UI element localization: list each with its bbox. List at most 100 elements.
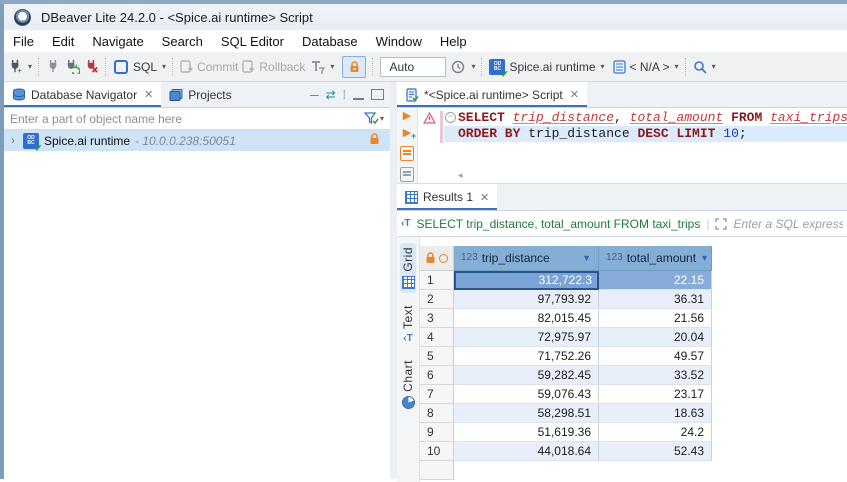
cell-trip-distance[interactable]: 59,076.43 xyxy=(454,385,599,404)
menu-database[interactable]: Database xyxy=(293,32,367,51)
maximize-icon[interactable] xyxy=(371,89,384,100)
script-stats-icon[interactable] xyxy=(400,167,414,182)
cell-trip-distance[interactable]: 82,015.45 xyxy=(454,309,599,328)
side-tab-grid[interactable]: Grid xyxy=(400,243,416,293)
table-row[interactable]: 659,282.4533.52 xyxy=(420,366,712,385)
view-menu-icon[interactable]: ⁞ xyxy=(343,88,346,102)
row-number[interactable]: 7 xyxy=(420,385,454,404)
cell-trip-distance[interactable]: 97,793.92 xyxy=(454,290,599,309)
sort-desc-icon[interactable]: ▼ xyxy=(700,246,709,270)
transaction-mode-caret[interactable]: ▾ xyxy=(330,62,334,71)
new-connection-icon[interactable]: + xyxy=(8,59,23,74)
navigator-filter[interactable]: Enter a part of object name here ▾ xyxy=(4,108,390,130)
column-header-trip-distance[interactable]: 123 trip_distance ▼ xyxy=(454,246,599,271)
sql-editor-label[interactable]: SQL xyxy=(133,60,157,74)
cell-total-amount[interactable]: 18.63 xyxy=(599,404,712,423)
tab-results-1[interactable]: Results 1 ✕ xyxy=(397,184,497,210)
execute-new-tab-icon[interactable]: ▶+ xyxy=(403,129,411,140)
cell-trip-distance[interactable]: 72,975.97 xyxy=(454,328,599,347)
cell-total-amount[interactable]: 49.57 xyxy=(599,347,712,366)
close-icon[interactable]: ✕ xyxy=(570,88,579,101)
reconnect-icon[interactable] xyxy=(65,59,80,74)
search-icon[interactable] xyxy=(693,60,707,74)
tab-sql-script[interactable]: *<Spice.ai runtime> Script ✕ xyxy=(397,82,587,107)
side-tab-chart[interactable]: Chart xyxy=(400,356,416,413)
table-row[interactable]: 571,752.2649.57 xyxy=(420,347,712,366)
tab-projects[interactable]: Projects xyxy=(161,82,239,107)
autocommit-lock-highlight[interactable] xyxy=(342,56,366,78)
connect-icon[interactable] xyxy=(46,59,61,74)
grid-corner-cell[interactable] xyxy=(420,246,454,271)
expander-chevron-icon[interactable]: › xyxy=(8,135,18,147)
editor-hscrollbar[interactable]: ◂ xyxy=(458,171,463,181)
history-caret[interactable]: ▾ xyxy=(471,62,475,71)
close-icon[interactable]: ✕ xyxy=(480,191,489,204)
row-number[interactable]: 2 xyxy=(420,290,454,309)
results-filter-bar[interactable]: ‹T SELECT trip_distance, total_amount FR… xyxy=(397,211,847,237)
filter-funnel-icon[interactable] xyxy=(364,112,379,125)
minimize-icon[interactable] xyxy=(353,95,364,100)
active-connection-selector[interactable]: Spice.ai runtime xyxy=(509,60,595,74)
cell-trip-distance[interactable]: 71,752.26 xyxy=(454,347,599,366)
collapse-all-icon[interactable]: ─ xyxy=(310,88,319,102)
menu-search[interactable]: Search xyxy=(153,32,212,51)
connection-caret[interactable]: ▾ xyxy=(601,62,605,71)
expand-panel-icon[interactable] xyxy=(715,218,727,230)
row-number[interactable]: 9 xyxy=(420,423,454,442)
cell-total-amount[interactable]: 36.31 xyxy=(599,290,712,309)
table-row[interactable]: 951,619.3624.2 xyxy=(420,423,712,442)
row-number[interactable]: 5 xyxy=(420,347,454,366)
table-row[interactable]: 297,793.9236.31 xyxy=(420,290,712,309)
tab-database-navigator[interactable]: Database Navigator ✕ xyxy=(4,82,161,107)
cell-total-amount[interactable]: 22.15 xyxy=(599,271,712,290)
new-connection-caret[interactable]: ▾ xyxy=(28,62,32,71)
search-caret[interactable]: ▾ xyxy=(712,62,716,71)
menu-help[interactable]: Help xyxy=(431,32,476,51)
cell-trip-distance[interactable]: 44,018.64 xyxy=(454,442,599,461)
fold-collapse-icon[interactable]: − xyxy=(445,112,456,123)
menu-window[interactable]: Window xyxy=(367,32,431,51)
row-number[interactable]: 1 xyxy=(420,271,454,290)
cell-total-amount[interactable]: 21.56 xyxy=(599,309,712,328)
menu-edit[interactable]: Edit xyxy=(43,32,83,51)
database-caret[interactable]: ▾ xyxy=(675,62,679,71)
history-icon[interactable] xyxy=(450,59,466,75)
menu-sql-editor[interactable]: SQL Editor xyxy=(212,32,293,51)
cell-trip-distance[interactable]: 58,298.51 xyxy=(454,404,599,423)
connection-tree-item[interactable]: › ODBC✔ Spice.ai runtime - 10.0.0.238:50… xyxy=(4,130,390,151)
row-number[interactable]: 8 xyxy=(420,404,454,423)
row-number[interactable]: 6 xyxy=(420,366,454,385)
sql-editor-caret[interactable]: ▾ xyxy=(162,62,166,71)
panel-splitter[interactable] xyxy=(390,82,397,479)
row-number[interactable]: 3 xyxy=(420,309,454,328)
cell-total-amount[interactable]: 23.17 xyxy=(599,385,712,404)
filter-caret[interactable]: ▾ xyxy=(380,114,384,123)
table-row[interactable]: 382,015.4521.56 xyxy=(420,309,712,328)
transaction-mode-icon[interactable] xyxy=(309,59,325,75)
active-database-selector[interactable]: < N/A > xyxy=(630,60,670,74)
sql-editor[interactable]: ▶ ▶+ − SELECT trip_distance, total_amoun… xyxy=(397,108,847,184)
disconnect-icon[interactable] xyxy=(84,59,99,74)
table-row[interactable]: 1044,018.6452.43 xyxy=(420,442,712,461)
menu-file[interactable]: File xyxy=(4,32,43,51)
side-tab-text[interactable]: Text ‹T xyxy=(400,301,416,348)
sql-editor-icon[interactable] xyxy=(113,59,129,75)
execute-script-icon[interactable] xyxy=(400,146,414,161)
cell-total-amount[interactable]: 33.52 xyxy=(599,366,712,385)
table-row[interactable]: 858,298.5118.63 xyxy=(420,404,712,423)
table-row[interactable]: 472,975.9720.04 xyxy=(420,328,712,347)
execute-statement-icon[interactable]: ▶ xyxy=(403,112,411,123)
sql-line[interactable]: ORDER BY trip_distance DESC LIMIT 10; xyxy=(444,126,847,142)
menu-navigate[interactable]: Navigate xyxy=(83,32,152,51)
autocommit-combo[interactable]: Auto xyxy=(380,57,446,77)
sql-line[interactable]: SELECT trip_distance, total_amount FROM … xyxy=(458,110,847,126)
column-header-total-amount[interactable]: 123 total_amount ▼ xyxy=(599,246,712,271)
cell-total-amount[interactable]: 24.2 xyxy=(599,423,712,442)
link-with-editor-icon[interactable]: ⇄ xyxy=(326,88,336,102)
close-icon[interactable]: ✕ xyxy=(144,88,153,101)
sql-code[interactable]: SELECT trip_distance, total_amount FROM … xyxy=(458,110,847,142)
cell-trip-distance[interactable]: 59,282.45 xyxy=(454,366,599,385)
table-row[interactable]: 1312,722.322.15 xyxy=(420,271,712,290)
sort-desc-icon[interactable]: ▼ xyxy=(582,246,591,270)
cell-total-amount[interactable]: 52.43 xyxy=(599,442,712,461)
